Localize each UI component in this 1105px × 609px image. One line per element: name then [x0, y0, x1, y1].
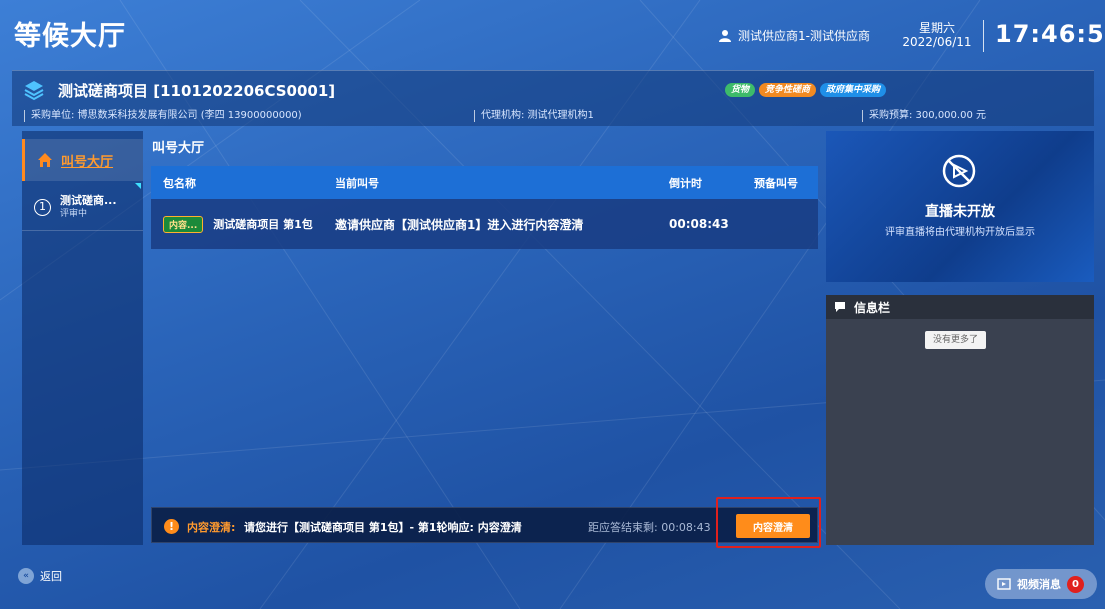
col-package: 包名称 [163, 176, 196, 190]
left-sidebar: 叫号大厅 1 测试磋商... 评审中 [22, 131, 143, 545]
call-hall-panel: 叫号大厅 包名称 当前叫号 倒计时 预备叫号 内容... 测试磋商项目 第1包 … [143, 131, 818, 545]
col-countdown: 倒计时 [669, 176, 702, 190]
footer: « 返回 视频消息 0 [0, 553, 1105, 609]
page-title: 等候大厅 [14, 21, 126, 52]
remaining-time: 距应答结束剩: 00:08:43 [588, 521, 711, 534]
clock: 17:46:51 [995, 20, 1105, 48]
alert-text: 请您进行【测试磋商项目 第1包】- 第1轮响应: 内容澄清 [244, 521, 522, 534]
tag-procurement: 政府集中采购 [820, 83, 887, 97]
cell-package: 内容... 测试磋商项目 第1包 [151, 215, 335, 233]
no-live-icon [942, 154, 976, 188]
sidebar-item-package[interactable]: 1 测试磋商... 评审中 [22, 181, 143, 231]
warning-icon: ! [164, 519, 179, 534]
back-label: 返回 [40, 570, 62, 583]
info-panel: 信息栏 没有更多了 [826, 295, 1094, 545]
info-header: 信息栏 [826, 295, 1094, 319]
col-current-call: 当前叫号 [335, 176, 379, 190]
budget-info: 采购预算: 300,000.00 元 [862, 110, 986, 122]
project-bar: 测试磋商项目 [1101202206CS0001] 货物 竞争性磋商 政府集中采… [12, 70, 1094, 126]
video-icon [997, 578, 1011, 590]
package-name: 测试磋商项目 第1包 [213, 217, 313, 231]
tag-method: 竞争性磋商 [759, 83, 817, 97]
package-number: 1 [34, 199, 51, 216]
call-table: 包名称 当前叫号 倒计时 预备叫号 内容... 测试磋商项目 第1包 邀请供应商… [151, 166, 818, 249]
video-label: 视频消息 [1017, 578, 1061, 591]
info-title: 信息栏 [854, 300, 891, 315]
col-next-call: 预备叫号 [754, 176, 798, 190]
user-icon [719, 29, 731, 42]
layers-icon [24, 81, 44, 101]
project-title: 测试磋商项目 [1101202206CS0001] [58, 82, 336, 100]
count-badge: 0 [1067, 575, 1084, 593]
user-name: 测试供应商1-测试供应商 [738, 29, 870, 43]
purchaser-info: 采购单位: 博思数采科技发展有限公司 (李四 13900000000) [24, 110, 302, 122]
top-header: 等候大厅 测试供应商1-测试供应商 星期六 2022/06/11 17:46:5… [0, 0, 1105, 70]
live-panel: 直播未开放 评审直播将由代理机构开放后显示 [826, 131, 1094, 282]
agency-info: 代理机构: 测试代理机构1 [474, 110, 594, 122]
tag-goods: 货物 [725, 83, 756, 97]
project-tags: 货物 竞争性磋商 政府集中采购 [725, 83, 887, 97]
section-title: 叫号大厅 [152, 141, 205, 156]
weekday: 星期六 [918, 21, 955, 35]
table-row[interactable]: 内容... 测试磋商项目 第1包 邀请供应商【测试供应商1】进入进行内容澄清 0… [151, 199, 818, 249]
home-icon [38, 153, 52, 167]
package-status: 评审中 [60, 209, 88, 219]
divider [983, 20, 984, 52]
no-more-label: 没有更多了 [925, 331, 987, 349]
user-info: 测试供应商1-测试供应商 [718, 27, 870, 44]
date-display: 星期六 2022/06/11 [896, 21, 978, 49]
back-icon: « [18, 568, 34, 584]
video-message-button[interactable]: 视频消息 0 [985, 569, 1097, 599]
date: 2022/06/11 [902, 35, 972, 49]
sidebar-item-call-hall[interactable]: 叫号大厅 [22, 139, 143, 181]
live-subtitle: 评审直播将由代理机构开放后显示 [885, 227, 1035, 238]
sidebar-item-label: 叫号大厅 [61, 154, 114, 170]
status-badge: 内容... [163, 215, 204, 233]
message-icon [835, 302, 845, 312]
table-header: 包名称 当前叫号 倒计时 预备叫号 [151, 166, 818, 199]
cell-current-call: 邀请供应商【测试供应商1】进入进行内容澄清 [335, 217, 584, 232]
back-button[interactable]: « 返回 [18, 568, 62, 584]
cell-countdown: 00:08:43 [669, 217, 729, 231]
live-title: 直播未开放 [925, 204, 995, 220]
active-marker [135, 183, 141, 189]
highlight-box [716, 497, 821, 548]
alert-label: 内容澄清: [187, 521, 236, 534]
